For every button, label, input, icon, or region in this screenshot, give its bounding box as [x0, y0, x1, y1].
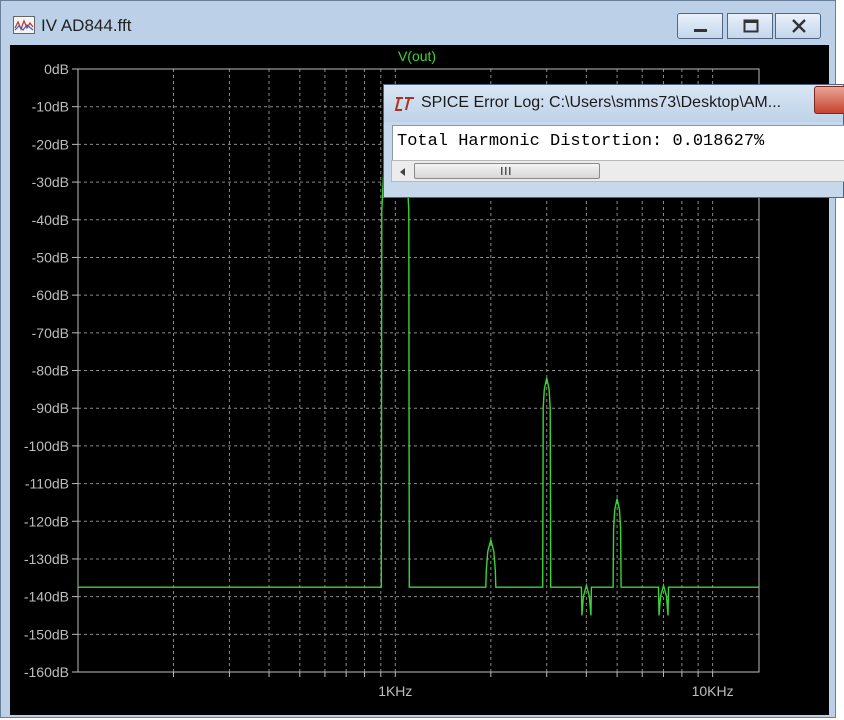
maximize-button[interactable] — [727, 13, 773, 39]
thd-result-text: Total Harmonic Distortion: 0.018627% — [397, 132, 765, 151]
horizontal-scrollbar[interactable] — [391, 160, 844, 182]
scroll-left-arrow-icon[interactable] — [394, 163, 412, 181]
y-tick-label: -130dB — [24, 551, 69, 567]
y-tick-label: -70dB — [32, 325, 69, 341]
y-tick-label: -20dB — [32, 136, 69, 152]
scrollbar-track[interactable] — [391, 160, 844, 182]
error-log-close-button[interactable] — [814, 86, 844, 114]
y-tick-label: -160dB — [24, 664, 69, 680]
close-button[interactable] — [775, 13, 821, 39]
y-tick-label: -150dB — [24, 626, 69, 642]
y-tick-label: -110dB — [25, 476, 69, 492]
y-tick-label: -10dB — [32, 99, 69, 115]
error-log-title-bar[interactable]: SPICE Error Log: C:\Users\smms73\Desktop… — [384, 85, 844, 122]
trace-label[interactable]: V(out) — [398, 48, 436, 64]
y-tick-label: -90dB — [32, 400, 69, 416]
grip-icon — [501, 167, 511, 175]
y-tick-label: -120dB — [24, 513, 69, 529]
y-tick-label: -140dB — [24, 589, 69, 605]
y-tick-label: -50dB — [32, 249, 69, 265]
ltspice-logo-icon — [394, 96, 416, 112]
y-tick-label: -30dB — [32, 174, 69, 190]
y-tick-label: 0dB — [44, 61, 69, 77]
waveform-app-icon — [13, 16, 35, 34]
minimize-button[interactable] — [677, 13, 723, 39]
window-title: IV AD844.fft — [41, 16, 132, 35]
x-tick-label: 1KHz — [378, 683, 412, 699]
scrollbar-thumb[interactable] — [414, 163, 600, 179]
title-bar[interactable]: IV AD844.fft — [1, 1, 835, 43]
x-tick-label: 10KHz — [692, 683, 734, 699]
y-tick-label: -80dB — [32, 363, 69, 379]
y-tick-label: -40dB — [32, 212, 69, 228]
error-log-title: SPICE Error Log: C:\Users\smms73\Desktop… — [421, 94, 782, 111]
y-tick-label: -100dB — [24, 438, 69, 454]
y-tick-label: -60dB — [32, 287, 69, 303]
